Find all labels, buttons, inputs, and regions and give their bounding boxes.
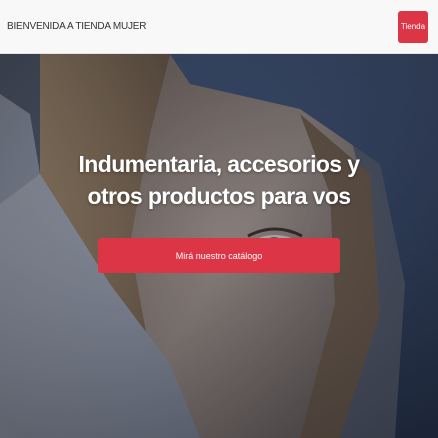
top-navbar: BIENVENIDA A TIENDA MUJER Tienda [0,0,438,54]
view-catalog-button[interactable]: Mirá nuestro catálogo [98,238,340,273]
brand-title[interactable]: BIENVENIDA A TIENDA MUJER [7,21,147,32]
hero-title: Indumentaria, accesorios y otros product… [78,151,361,209]
hero-content: Indumentaria, accesorios y otros product… [0,148,438,273]
store-button[interactable]: Tienda [398,10,428,43]
hero-section: Indumentaria, accesorios y otros product… [0,54,438,438]
